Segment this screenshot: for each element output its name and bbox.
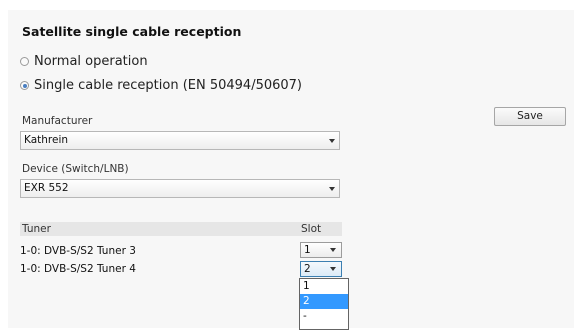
radio-label: Normal operation	[34, 54, 148, 69]
section-title: Satellite single cable reception	[22, 24, 242, 39]
slot-value: 2	[304, 263, 311, 275]
radio-single-cable[interactable]: Single cable reception (EN 50494/50607)	[20, 78, 302, 93]
tuner-column-header: Tuner	[22, 223, 51, 235]
manufacturer-select[interactable]: Kathrein	[20, 131, 340, 150]
manufacturer-value: Kathrein	[24, 134, 69, 146]
dropdown-option[interactable]: 1	[300, 279, 348, 294]
slot-select-focused[interactable]: 2	[300, 261, 342, 277]
device-value: EXR 552	[24, 182, 69, 194]
device-select[interactable]: EXR 552	[20, 179, 340, 198]
tuner-row-name: 1-0: DVB-S/S2 Tuner 4	[20, 263, 136, 275]
chevron-down-icon	[330, 267, 336, 271]
chevron-down-icon	[329, 187, 335, 191]
device-label: Device (Switch/LNB)	[22, 163, 129, 175]
slot-column-header: Slot	[301, 223, 322, 235]
slot-dropdown-list: 1 2 -	[299, 278, 349, 330]
tuner-table-header: Tuner Slot	[20, 222, 342, 236]
chevron-down-icon	[329, 139, 335, 143]
chevron-down-icon	[330, 248, 336, 252]
radio-normal-operation[interactable]: Normal operation	[20, 54, 148, 69]
dropdown-option[interactable]: -	[300, 309, 348, 324]
radio-checked-icon[interactable]	[20, 81, 29, 90]
save-button[interactable]: Save	[494, 107, 566, 126]
slot-value: 1	[304, 244, 311, 256]
radio-label: Single cable reception (EN 50494/50607)	[34, 78, 302, 93]
manufacturer-label: Manufacturer	[22, 115, 93, 127]
slot-select[interactable]: 1	[300, 242, 342, 258]
radio-unchecked-icon[interactable]	[20, 57, 29, 66]
tuner-row-name: 1-0: DVB-S/S2 Tuner 3	[20, 245, 136, 257]
dropdown-option-selected[interactable]: 2	[300, 294, 348, 309]
